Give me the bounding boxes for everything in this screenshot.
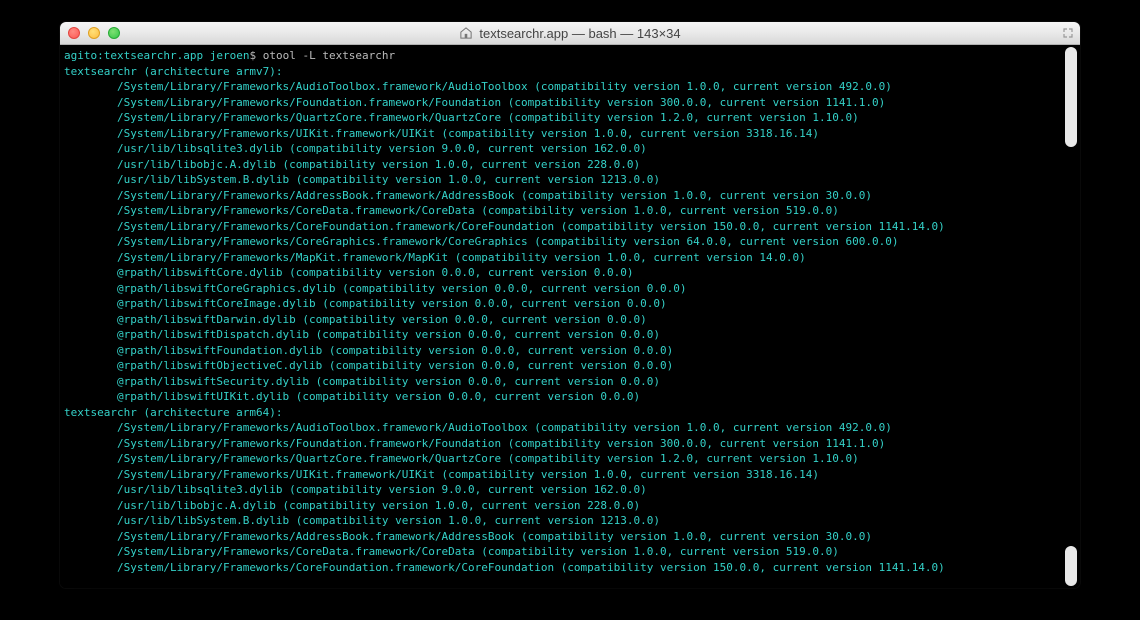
traffic-lights <box>60 27 120 39</box>
prompt-user: jeroen <box>210 49 250 62</box>
terminal-output[interactable]: agito:textsearchr.app jeroen$ otool -L t… <box>60 45 1080 578</box>
library-line: @rpath/libswiftCore.dylib (compatibility… <box>64 265 1076 281</box>
close-button[interactable] <box>68 27 80 39</box>
prompt-cwd: textsearchr.app <box>104 49 210 62</box>
library-line: /System/Library/Frameworks/QuartzCore.fr… <box>64 451 1076 467</box>
prompt-symbol: $ <box>249 49 262 62</box>
library-line: /usr/lib/libSystem.B.dylib (compatibilit… <box>64 172 1076 188</box>
library-line: /System/Library/Frameworks/AudioToolbox.… <box>64 79 1076 95</box>
library-line: @rpath/libswiftCoreImage.dylib (compatib… <box>64 296 1076 312</box>
home-folder-icon <box>459 27 473 39</box>
architecture-header: textsearchr (architecture arm64): <box>64 405 1076 421</box>
window-title-text: textsearchr.app — bash — 143×34 <box>479 26 680 41</box>
library-line: @rpath/libswiftDarwin.dylib (compatibili… <box>64 312 1076 328</box>
library-line: @rpath/libswiftObjectiveC.dylib (compati… <box>64 358 1076 374</box>
library-line: /System/Library/Frameworks/CoreFoundatio… <box>64 560 1076 576</box>
architecture-header: textsearchr (architecture armv7): <box>64 64 1076 80</box>
minimize-button[interactable] <box>88 27 100 39</box>
library-line: /System/Library/Frameworks/AudioToolbox.… <box>64 420 1076 436</box>
titlebar[interactable]: textsearchr.app — bash — 143×34 <box>60 22 1080 45</box>
library-line: /System/Library/Frameworks/MapKit.framew… <box>64 250 1076 266</box>
zoom-button[interactable] <box>108 27 120 39</box>
library-line: /System/Library/Frameworks/QuartzCore.fr… <box>64 110 1076 126</box>
library-line: /usr/lib/libSystem.B.dylib (compatibilit… <box>64 513 1076 529</box>
scrollbar-thumb[interactable] <box>1065 546 1077 586</box>
library-line: /usr/lib/libsqlite3.dylib (compatibility… <box>64 141 1076 157</box>
library-line: /System/Library/Frameworks/UIKit.framewo… <box>64 126 1076 142</box>
library-line: @rpath/libswiftUIKit.dylib (compatibilit… <box>64 389 1076 405</box>
library-line: /usr/lib/libobjc.A.dylib (compatibility … <box>64 157 1076 173</box>
library-line: @rpath/libswiftSecurity.dylib (compatibi… <box>64 374 1076 390</box>
terminal-window: textsearchr.app — bash — 143×34 agito:te… <box>60 22 1080 588</box>
library-line: /System/Library/Frameworks/UIKit.framewo… <box>64 467 1076 483</box>
terminal-body[interactable]: agito:textsearchr.app jeroen$ otool -L t… <box>60 45 1080 588</box>
fullscreen-icon[interactable] <box>1060 25 1076 41</box>
library-line: @rpath/libswiftDispatch.dylib (compatibi… <box>64 327 1076 343</box>
prompt-command: otool -L textsearchr <box>263 49 395 62</box>
library-line: /System/Library/Frameworks/AddressBook.f… <box>64 188 1076 204</box>
prompt-line: agito:textsearchr.app jeroen$ otool -L t… <box>64 48 1076 64</box>
library-line: /System/Library/Frameworks/CoreFoundatio… <box>64 219 1076 235</box>
library-line: @rpath/libswiftFoundation.dylib (compati… <box>64 343 1076 359</box>
library-line: /usr/lib/libobjc.A.dylib (compatibility … <box>64 498 1076 514</box>
library-line: /usr/lib/libsqlite3.dylib (compatibility… <box>64 482 1076 498</box>
library-line: @rpath/libswiftCoreGraphics.dylib (compa… <box>64 281 1076 297</box>
library-line: /System/Library/Frameworks/Foundation.fr… <box>64 436 1076 452</box>
scrollbar-thumb[interactable] <box>1065 47 1077 147</box>
window-title: textsearchr.app — bash — 143×34 <box>60 26 1080 41</box>
library-line: /System/Library/Frameworks/CoreData.fram… <box>64 203 1076 219</box>
scrollbar[interactable] <box>1064 47 1078 586</box>
prompt-host: agito: <box>64 49 104 62</box>
library-line: /System/Library/Frameworks/AddressBook.f… <box>64 529 1076 545</box>
library-line: /System/Library/Frameworks/CoreGraphics.… <box>64 234 1076 250</box>
library-line: /System/Library/Frameworks/CoreData.fram… <box>64 544 1076 560</box>
library-line: /System/Library/Frameworks/Foundation.fr… <box>64 95 1076 111</box>
